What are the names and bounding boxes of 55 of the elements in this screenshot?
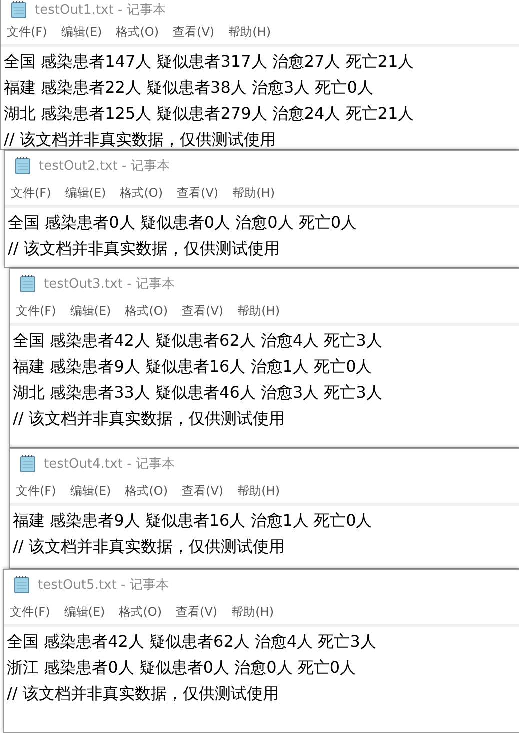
window-title: testOut4.txt - 记事本 bbox=[44, 456, 175, 473]
text-line: 湖北 感染患者33人 疑似患者46人 治愈3人 死亡3人 bbox=[13, 382, 384, 404]
notepad-icon bbox=[15, 157, 31, 175]
menu-item[interactable]: 文件(F) bbox=[11, 184, 52, 202]
menu-item[interactable]: 查看(V) bbox=[173, 24, 215, 40]
text-area[interactable]: 全国 感染患者42人 疑似患者62人 治愈4人 死亡3人 福建 感染患者9人 疑似患者16人 治愈1人 死亡0人 湖北 感染患者33人 疑似患者46人 治愈3人 死亡3人 // 该文档并非真实数据，仅供测试使用 bbox=[10, 326, 519, 432]
menu-item[interactable]: 帮助(H) bbox=[238, 302, 280, 320]
menu-item[interactable]: 文件(F) bbox=[16, 482, 56, 500]
menu-item[interactable]: 查看(V) bbox=[176, 604, 218, 620]
menu-item[interactable]: 查看(V) bbox=[182, 482, 224, 500]
window-title: testOut1.txt - 记事本 bbox=[35, 2, 166, 19]
notepad-icon bbox=[20, 455, 36, 473]
text-line: 全国 感染患者42人 疑似患者62人 治愈4人 死亡3人 bbox=[13, 330, 384, 352]
text-line: 福建 感染患者9人 疑似患者16人 治愈1人 死亡0人 bbox=[13, 510, 374, 532]
menu-item[interactable]: 格式(O) bbox=[119, 604, 162, 620]
menu-item[interactable]: 格式(O) bbox=[125, 482, 168, 500]
text-line: // 该文档并非真实数据，仅供测试使用 bbox=[13, 408, 286, 430]
menu-item[interactable]: 帮助(H) bbox=[238, 482, 280, 500]
menu-item[interactable]: 查看(V) bbox=[182, 302, 224, 320]
text-line: 全国 感染患者0人 疑似患者0人 治愈0人 死亡0人 bbox=[8, 212, 358, 234]
notepad-icon bbox=[20, 275, 36, 293]
menu-item[interactable]: 编辑(E) bbox=[70, 482, 112, 500]
menu-item[interactable]: 文件(F) bbox=[7, 24, 48, 40]
text-line: // 该文档并非真实数据，仅供测试使用 bbox=[7, 683, 280, 705]
window-title: testOut5.txt - 记事本 bbox=[38, 577, 169, 594]
menu-item[interactable]: 编辑(E) bbox=[61, 24, 102, 40]
text-line: 全国 感染患者42人 疑似患者62人 治愈4人 死亡3人 bbox=[7, 631, 378, 653]
menu-item[interactable]: 格式(O) bbox=[120, 184, 164, 202]
notepad-icon bbox=[14, 576, 30, 594]
text-area[interactable]: 福建 感染患者9人 疑似患者16人 治愈1人 死亡0人 // 该文档并非真实数据，仅供测试使用 bbox=[10, 506, 519, 560]
menu-item[interactable]: 帮助(H) bbox=[228, 24, 271, 40]
text-line: // 该文档并非真实数据，仅供测试使用 bbox=[4, 129, 277, 149]
text-area[interactable]: 全国 感染患者147人 疑似患者317人 治愈27人 死亡21人 福建 感染患者22人 疑似患者38人 治愈3人 死亡0人 湖北 感染患者125人 疑似患者279人 治愈24人 死亡21人 // 该文档并非真实数据，仅供测试使用 bbox=[1, 47, 519, 149]
text-line: 湖北 感染患者125人 疑似患者279人 治愈24人 死亡21人 bbox=[4, 103, 416, 125]
menu-item[interactable]: 帮助(H) bbox=[232, 184, 275, 202]
menu-item[interactable]: 编辑(E) bbox=[70, 302, 112, 320]
text-line: 福建 感染患者9人 疑似患者16人 治愈1人 死亡0人 bbox=[13, 356, 374, 378]
text-line: // 该文档并非真实数据，仅供测试使用 bbox=[8, 238, 281, 260]
notepad-icon bbox=[11, 1, 27, 19]
text-area[interactable]: 全国 感染患者0人 疑似患者0人 治愈0人 死亡0人 // 该文档并非真实数据，仅供测试使用 bbox=[5, 208, 519, 262]
menu-item[interactable]: 文件(F) bbox=[16, 302, 56, 320]
menu-item[interactable]: 查看(V) bbox=[177, 184, 219, 202]
window-title: testOut3.txt - 记事本 bbox=[44, 276, 175, 293]
menu-item[interactable]: 格式(O) bbox=[125, 302, 168, 320]
text-line: 全国 感染患者147人 疑似患者317人 治愈27人 死亡21人 bbox=[4, 51, 416, 73]
menu-item[interactable]: 格式(O) bbox=[116, 24, 160, 40]
window-title: testOut2.txt - 记事本 bbox=[39, 158, 170, 175]
text-area[interactable]: 全国 感染患者42人 疑似患者62人 治愈4人 死亡3人 浙江 感染患者0人 疑似患者0人 治愈0人 死亡0人 // 该文档并非真实数据，仅供测试使用 bbox=[4, 627, 519, 707]
menu-item[interactable]: 文件(F) bbox=[10, 604, 50, 620]
menu-item[interactable]: 帮助(H) bbox=[232, 604, 274, 620]
text-line: 浙江 感染患者0人 疑似患者0人 治愈0人 死亡0人 bbox=[7, 657, 358, 679]
menu-item[interactable]: 编辑(E) bbox=[64, 604, 106, 620]
menu-item[interactable]: 编辑(E) bbox=[65, 184, 106, 202]
text-line: 福建 感染患者22人 疑似患者38人 治愈3人 死亡0人 bbox=[4, 77, 374, 99]
text-line: // 该文档并非真实数据，仅供测试使用 bbox=[13, 536, 286, 558]
